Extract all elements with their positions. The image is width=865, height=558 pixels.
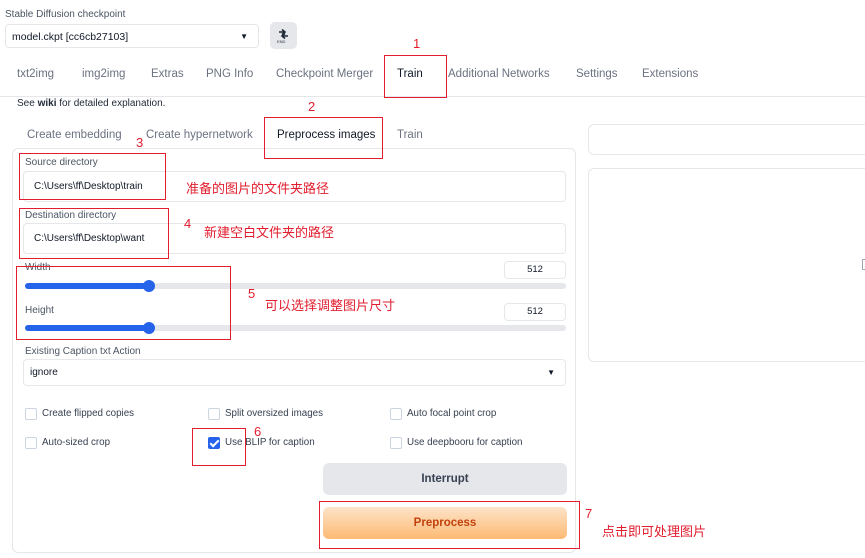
annotation-number-1: 1 [413, 36, 421, 51]
chevron-down-icon: ▼ [240, 32, 248, 41]
annotation-number-3: 3 [136, 135, 144, 150]
checkpoint-value: model.ckpt [cc6cb27103] [12, 31, 129, 43]
create-flipped-copies-checkbox[interactable] [25, 408, 37, 420]
tab-settings[interactable]: Settings [576, 68, 618, 80]
auto-sized-crop-label: Auto-sized crop [42, 437, 111, 448]
split-oversized-images-checkbox[interactable] [208, 408, 220, 420]
help-prefix: See [17, 98, 38, 109]
caption-action-label: Existing Caption txt Action [25, 346, 141, 357]
width-number-input[interactable]: 512 [504, 261, 566, 279]
auto-focal-point-crop-checkbox[interactable] [390, 408, 402, 420]
use-deepbooru-caption-checkbox[interactable] [390, 437, 402, 449]
annotation-box-source [19, 153, 166, 200]
refresh-icon-text: END [277, 39, 286, 44]
annotation-number-6: 6 [254, 424, 262, 439]
help-text: See wiki for detailed explanation. [17, 98, 165, 109]
checkpoint-select[interactable]: model.ckpt [cc6cb27103] ▼ [5, 24, 259, 48]
subtab-create-embedding[interactable]: Create embedding [27, 129, 122, 141]
subtab-train[interactable]: Train [397, 129, 423, 141]
annotation-box-preprocess [319, 501, 580, 549]
caption-action-value: ignore [30, 367, 58, 378]
tab-txt2img[interactable]: txt2img [17, 68, 54, 80]
annotation-note-source: 准备的图片的文件夹路径 [186, 181, 330, 196]
output-gallery-box [588, 168, 865, 362]
checkpoint-label: Stable Diffusion checkpoint [5, 9, 126, 20]
tab-img2img[interactable]: img2img [82, 68, 125, 80]
auto-sized-crop-checkbox[interactable] [25, 437, 37, 449]
caption-action-select[interactable]: ignore ▼ [23, 359, 566, 386]
annotation-note-preprocess: 点击即可处理图片 [602, 524, 707, 539]
annotation-number-7: 7 [585, 506, 593, 521]
annotation-number-5: 5 [248, 286, 256, 301]
annotation-box-blip [192, 428, 246, 466]
tab-extras[interactable]: Extras [151, 68, 184, 80]
tab-extensions[interactable]: Extensions [642, 68, 698, 80]
auto-focal-point-crop-label: Auto focal point crop [407, 408, 497, 419]
annotation-number-2: 2 [308, 99, 316, 114]
output-status-box [588, 124, 865, 155]
annotation-box-size [16, 266, 231, 340]
annotation-note-size: 可以选择调整图片尺寸 [265, 298, 396, 313]
annotation-box-preprocess-tab [264, 117, 383, 159]
height-number-input[interactable]: 512 [504, 303, 566, 321]
annotation-note-destination: 新建空白文件夹的路径 [204, 225, 335, 240]
tab-checkpoint-merger[interactable]: Checkpoint Merger [276, 68, 373, 80]
tab-additional-networks[interactable]: Additional Networks [448, 68, 550, 80]
annotation-box-train-tab [384, 55, 447, 98]
chevron-down-icon: ▼ [547, 368, 555, 377]
annotation-number-4: 4 [184, 216, 192, 231]
annotation-box-destination [19, 208, 169, 259]
use-deepbooru-caption-label: Use deepbooru for caption [407, 437, 523, 448]
split-oversized-images-label: Split oversized images [225, 408, 324, 419]
refresh-checkpoint-button[interactable]: END [270, 22, 297, 49]
wiki-link[interactable]: wiki [38, 98, 57, 109]
subtab-create-hypernetwork[interactable]: Create hypernetwork [146, 129, 253, 141]
tab-png-info[interactable]: PNG Info [206, 68, 253, 80]
create-flipped-copies-label: Create flipped copies [42, 408, 135, 419]
interrupt-button[interactable]: Interrupt [323, 463, 567, 495]
help-suffix: for detailed explanation. [56, 98, 166, 109]
